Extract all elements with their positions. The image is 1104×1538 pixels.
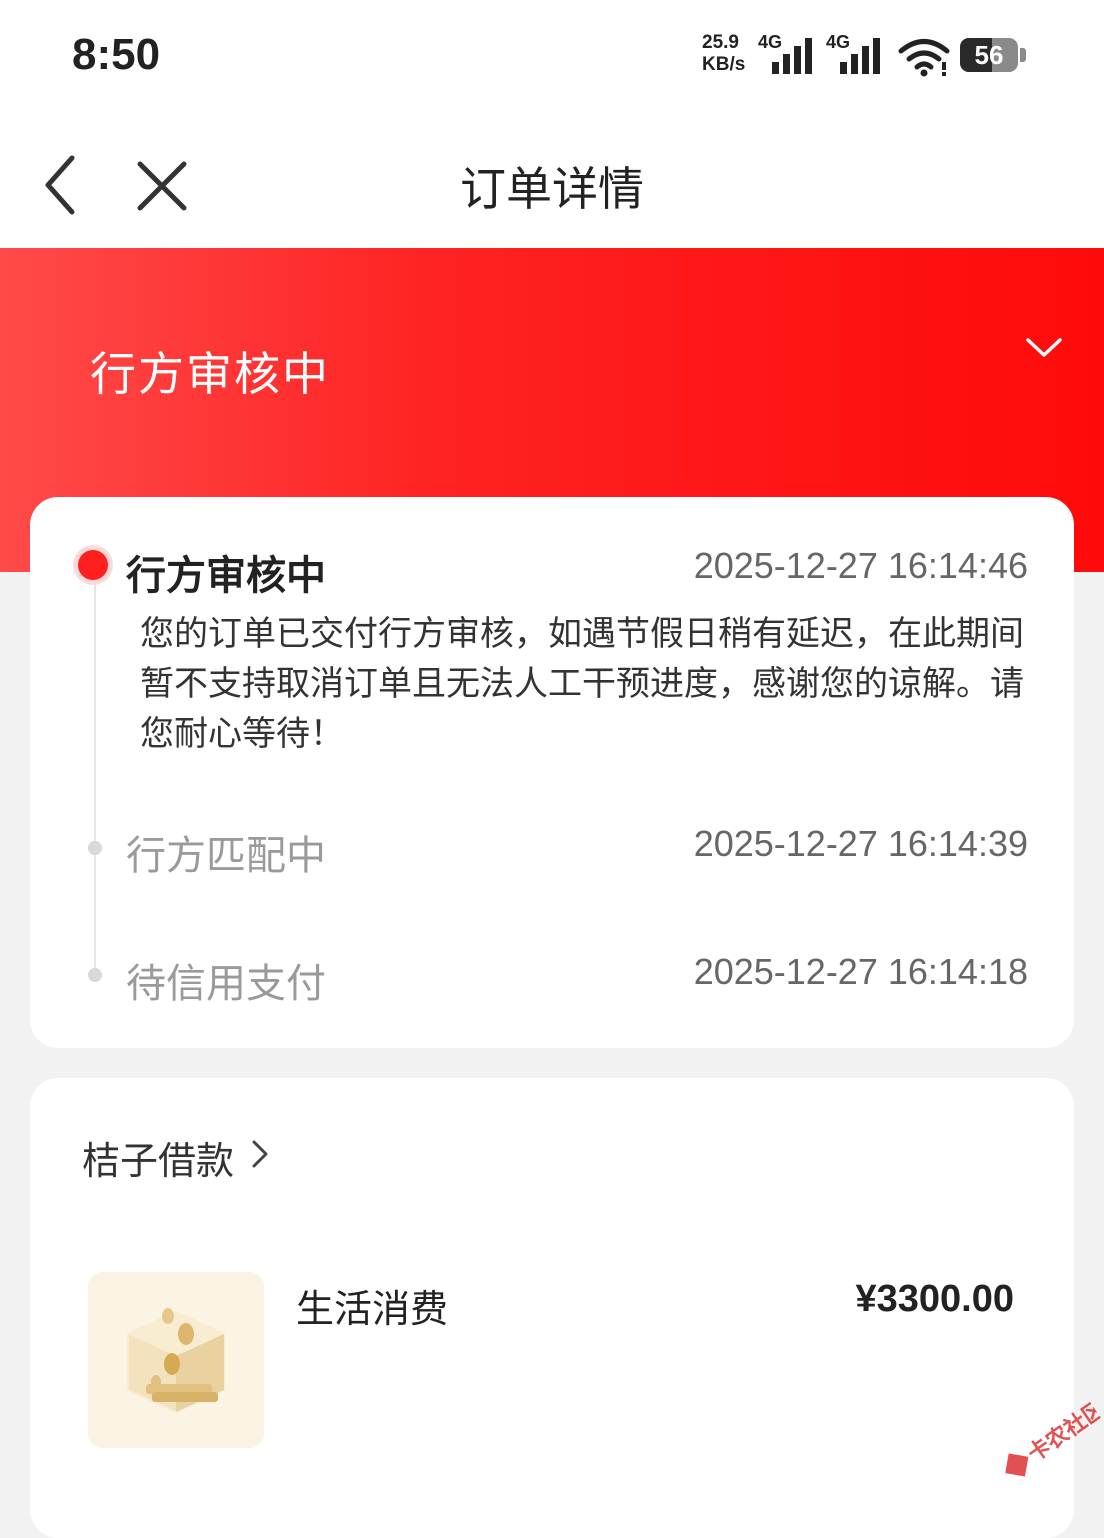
timeline-dot-active [78,550,108,580]
battery-cap [1020,48,1026,62]
network-speed: 25.9 KB/s [702,32,745,76]
timeline-step-time: 2025-12-27 16:14:39 [693,823,1028,864]
close-button[interactable] [126,150,196,220]
product-card: 桔子借款 生活消费 ¥3300.00 [30,1078,1074,1538]
timeline-dot [88,968,102,982]
network-speed-value: 25.9 [702,32,739,53]
order-progress-card: 行方审核中 2025-12-27 16:14:46 您的订单已交付行方审核，如遇… [30,497,1074,1048]
wifi-icon [898,38,952,78]
timeline-step-time: 2025-12-27 16:14:46 [693,545,1028,586]
battery-icon: 56 [960,38,1018,72]
signal-icon: 4G [826,32,888,76]
sim2-network-label: 4G [826,32,851,52]
status-time: 8:50 [72,30,161,79]
timeline-dot [88,841,102,855]
timeline-step-title: 待信用支付 [126,961,326,1007]
product-price: ¥3300.00 [855,1278,1015,1320]
sim1-network-label: 4G [758,32,783,52]
timeline-line [94,547,96,977]
signal-icon: 4G [758,32,820,76]
back-button[interactable] [28,150,98,220]
timeline-step-title: 行方审核中 [126,553,326,599]
product-name: 生活消费 [296,1287,449,1331]
chevron-down-icon [1026,338,1062,357]
chevron-right-icon[interactable] [246,1136,274,1172]
merchant-link[interactable]: 桔子借款 [82,1130,234,1185]
timeline-step-description: 您的订单已交付行方审核，如遇节假日稍有延迟，在此期间暂不支持取消订单且无法人工干… [140,614,1024,754]
battery-level: 56 [974,40,1004,70]
nav-bar: 订单详情 [0,115,1104,248]
coin-box-icon [127,1308,225,1414]
order-status-title: 行方审核中 [90,347,330,401]
product-image [88,1272,264,1448]
expand-button[interactable] [1022,333,1066,363]
status-bar: 8:50 25.9 KB/s 4G 4G 56 [0,0,1104,115]
chevron-left-icon [45,155,75,215]
close-icon [137,161,187,211]
timeline-step-time: 2025-12-27 16:14:18 [693,951,1028,992]
timeline-step-title: 行方匹配中 [126,833,326,879]
network-speed-unit: KB/s [702,54,746,75]
